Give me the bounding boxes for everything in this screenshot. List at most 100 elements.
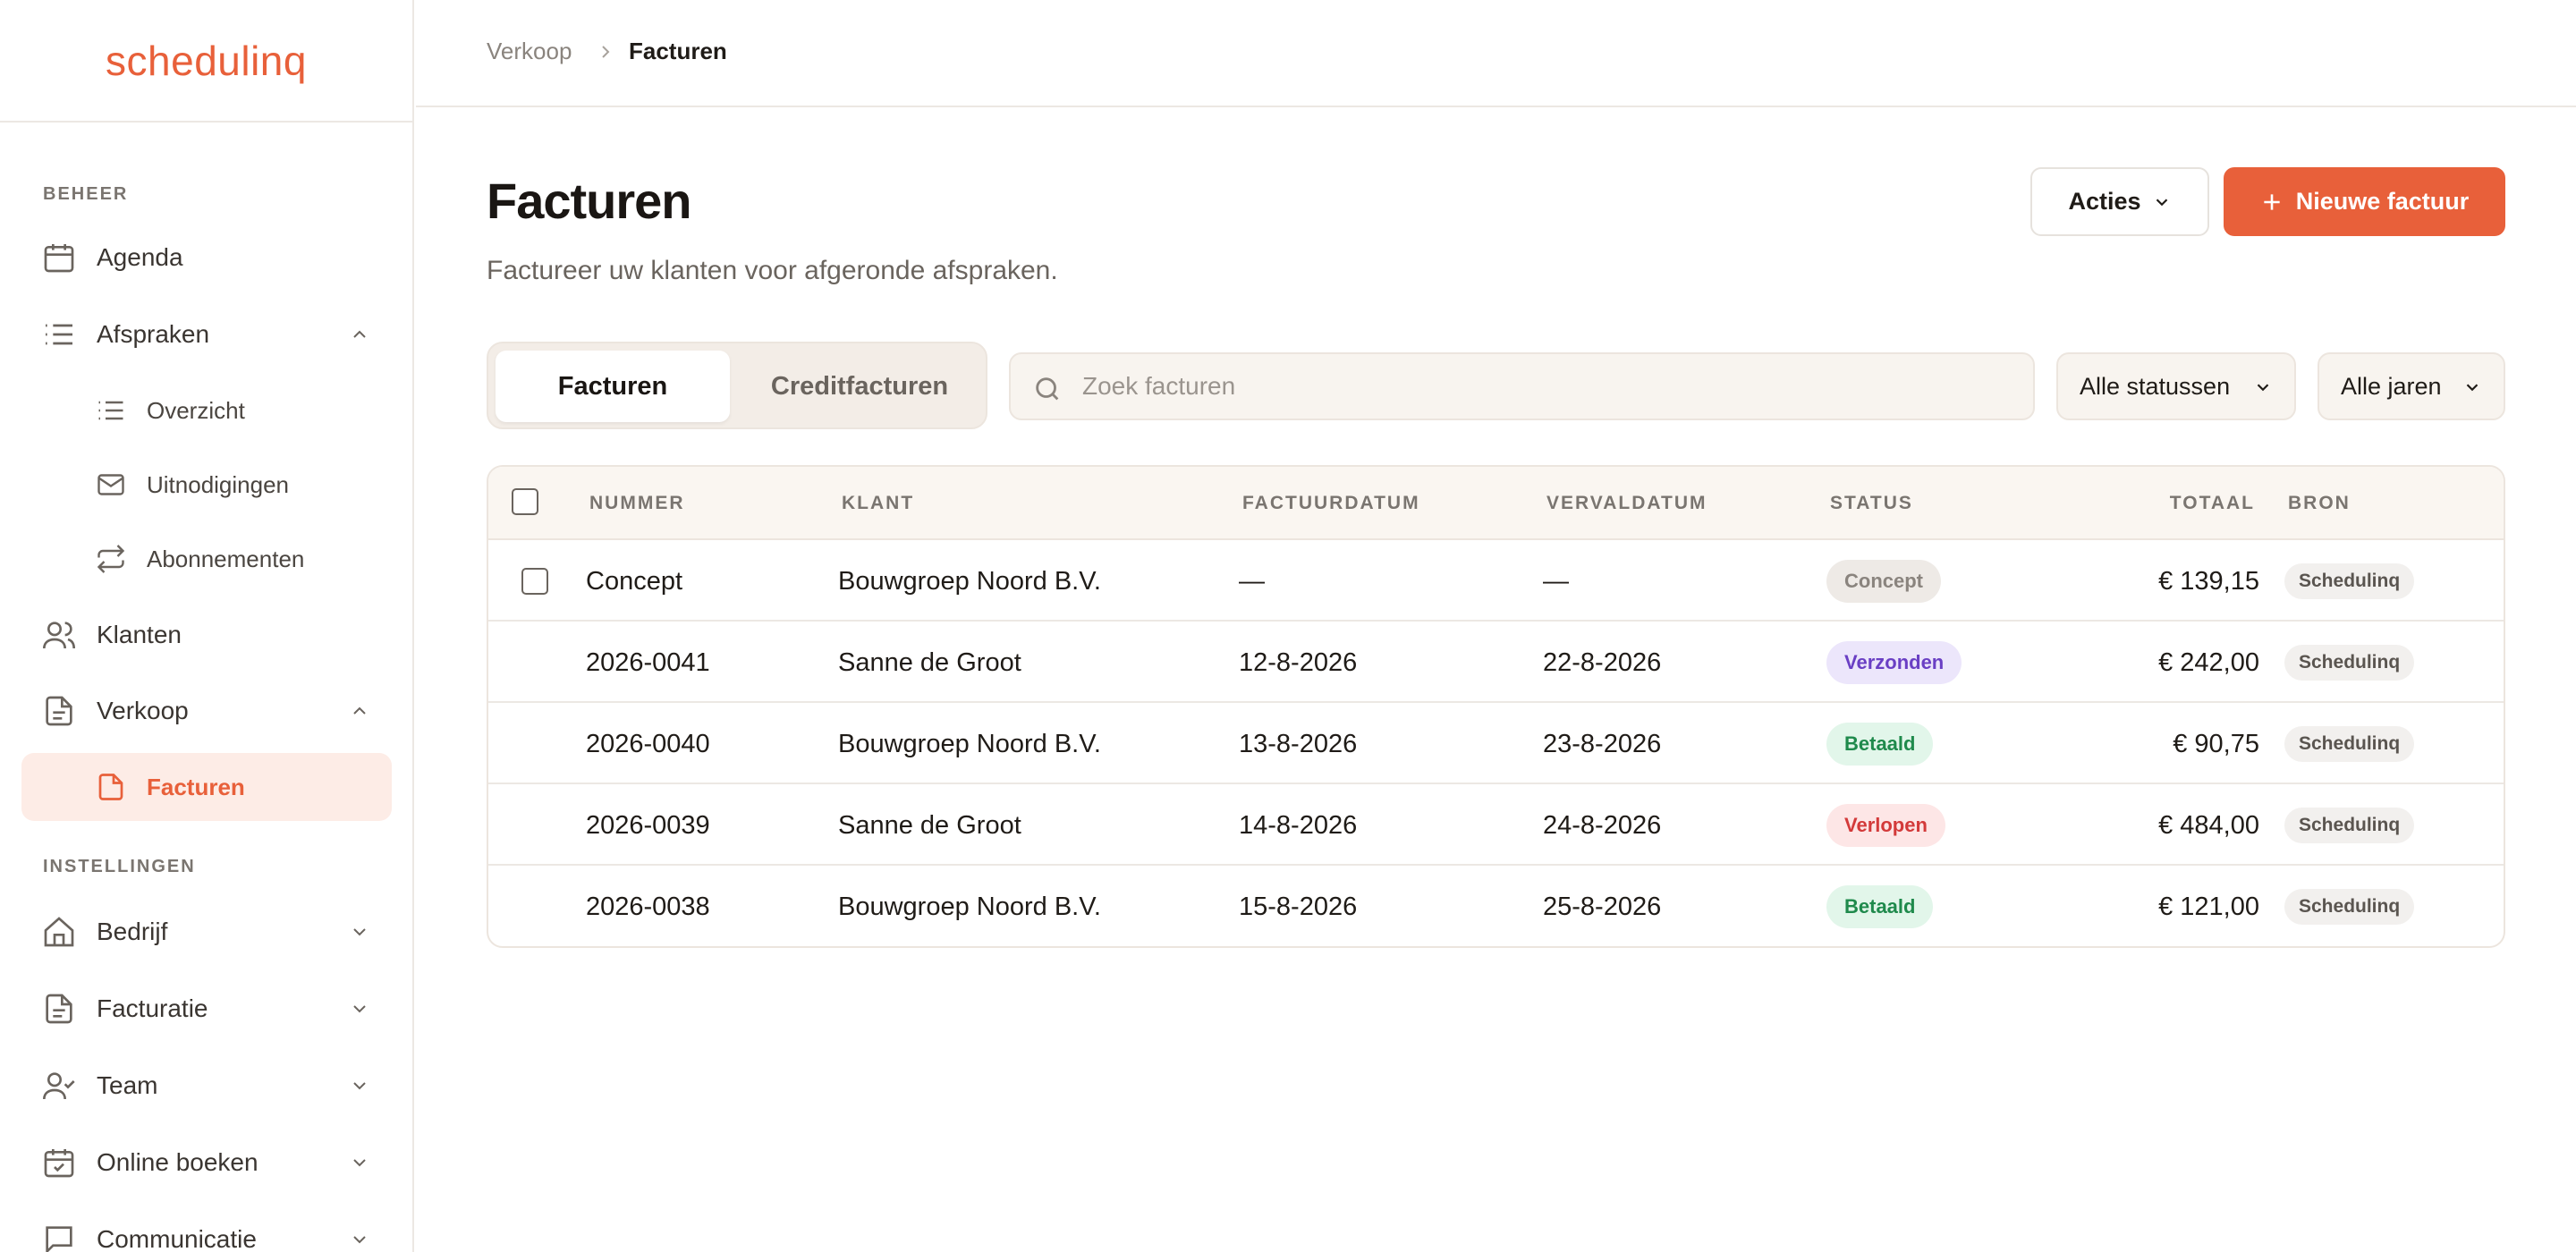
column-header-vervaldatum[interactable]: VERVALDATUM [1546, 493, 1707, 514]
status-badge: Verlopen [1826, 804, 1945, 847]
actions-button-label: Acties [2068, 188, 2141, 215]
cell-invoice-date: 15-8-2026 [1239, 892, 1358, 921]
chevron-down-icon [2257, 384, 2269, 392]
new-invoice-button[interactable]: Nieuwe factuur [2224, 167, 2505, 236]
column-header-bron[interactable]: BRON [2288, 493, 2351, 514]
row-checkbox[interactable] [521, 568, 548, 595]
page-title: Facturen [487, 173, 691, 229]
status-badge: Betaald [1826, 723, 1934, 766]
sidebar-item-online-boeken[interactable]: Online boeken [21, 1129, 392, 1197]
invoices-table: NUMMER KLANT FACTUURDATUM VERVALDATUM ST… [487, 465, 2505, 948]
tab-creditfacturen[interactable]: Creditfacturen [737, 351, 982, 422]
cell-total: € 139,15 [2158, 567, 2259, 596]
sidebar-item-verkoop[interactable]: Verkoop [21, 677, 392, 745]
list-icon [98, 401, 123, 420]
sidebar-item-label: Bedrijf [97, 918, 168, 945]
sidebar-item-facturatie[interactable]: Facturatie [21, 975, 392, 1043]
sidebar-item-label: Uitnodigingen [147, 470, 290, 498]
status-filter-value: Alle statussen [2080, 372, 2231, 400]
sidebar-item-team[interactable]: Team [21, 1052, 392, 1120]
chevron-down-icon [353, 1005, 366, 1013]
section-label-beheer: BEHEER [43, 184, 129, 204]
sidebar-item-uitnodigingen[interactable]: Uitnodigingen [21, 451, 392, 519]
document-icon [98, 774, 123, 800]
table-row[interactable]: 2026-0039 Sanne de Groot 14-8-2026 24-8-202… [488, 784, 2504, 866]
sidebar-item-communicatie[interactable]: Communicatie [21, 1205, 392, 1252]
select-all-checkbox[interactable] [512, 488, 538, 515]
actions-button[interactable]: Acties [2030, 167, 2209, 236]
cell-invoice-date: 14-8-2026 [1239, 811, 1358, 840]
tab-facturen[interactable]: Facturen [496, 351, 730, 422]
column-header-totaal[interactable]: TOTAAL [2148, 493, 2255, 514]
new-invoice-button-label: Nieuwe factuur [2295, 188, 2470, 215]
sidebar-item-overzicht[interactable]: Overzicht [21, 376, 392, 444]
logo-container: schedulinq [0, 0, 412, 123]
sidebar-item-bedrijf[interactable]: Bedrijf [21, 898, 392, 966]
breadcrumb-parent[interactable]: Verkoop [487, 38, 572, 65]
column-header-klant[interactable]: KLANT [842, 493, 914, 514]
cell-total: € 484,00 [2158, 811, 2259, 840]
list-icon [46, 324, 72, 345]
search-box [1009, 352, 2035, 420]
cell-invoice-date: — [1239, 567, 1265, 596]
repeat-icon [97, 545, 125, 573]
column-header-status[interactable]: STATUS [1830, 493, 1913, 514]
status-badge: Concept [1826, 560, 1941, 603]
column-header-factuurdatum[interactable]: FACTUURDATUM [1242, 493, 1420, 514]
users-icon [43, 622, 75, 649]
year-filter-select[interactable]: Alle jaren [2318, 352, 2505, 420]
sidebar-item-klanten[interactable]: Klanten [21, 601, 392, 669]
sidebar-item-label: Communicatie [97, 1225, 257, 1252]
source-badge: Schedulinq [2284, 563, 2415, 599]
source-badge: Schedulinq [2284, 645, 2415, 681]
sidebar-item-label: Afspraken [97, 320, 210, 348]
sidebar-item-afspraken[interactable]: Afspraken [21, 300, 392, 368]
user-check-icon [43, 1072, 75, 1100]
document-icon [46, 696, 72, 726]
chevron-up-icon [353, 330, 366, 338]
source-badge: Schedulinq [2284, 726, 2415, 762]
sidebar-item-label: Abonnementen [147, 545, 305, 572]
cell-number: 2026-0040 [586, 730, 710, 758]
calendar-icon [44, 244, 74, 273]
search-input[interactable] [1082, 354, 2012, 419]
chat-icon [46, 1226, 72, 1252]
source-badge: Schedulinq [2284, 889, 2415, 925]
calendar-check-icon [44, 1149, 74, 1178]
status-badge: Verzonden [1826, 641, 1962, 684]
status-badge: Betaald [1826, 885, 1934, 928]
table-row[interactable]: 2026-0038 Bouwgroep Noord B.V. 15-8-2026 25… [488, 866, 2504, 946]
plus-icon [2264, 193, 2280, 210]
home-icon [44, 917, 74, 947]
table-row[interactable]: 2026-0040 Bouwgroep Noord B.V. 13-8-2026 23… [488, 703, 2504, 784]
sidebar-item-agenda[interactable]: Agenda [21, 224, 392, 292]
page-subtitle: Factureer uw klanten voor afgeronde afsp… [487, 256, 1058, 285]
logo[interactable]: schedulinq [106, 37, 307, 85]
cell-invoice-date: 12-8-2026 [1239, 648, 1358, 677]
table-row[interactable]: Concept Bouwgroep Noord B.V. — — Concept € 13… [488, 540, 2504, 622]
year-filter-value: Alle jaren [2341, 372, 2442, 400]
chevron-down-icon [353, 1159, 366, 1167]
cell-invoice-date: 13-8-2026 [1239, 730, 1358, 758]
cell-total: € 90,75 [2173, 730, 2259, 758]
cell-due-date: 23-8-2026 [1543, 730, 1662, 758]
chevron-down-icon [2466, 384, 2479, 392]
column-header-nummer[interactable]: NUMMER [589, 493, 685, 514]
sidebar-item-abonnementen[interactable]: Abonnementen [21, 525, 392, 593]
cell-number: Concept [586, 567, 683, 596]
cell-number: 2026-0038 [586, 892, 710, 921]
sidebar: schedulinq BEHEER Agenda Afspraken Overz… [0, 0, 414, 1252]
chevron-down-icon [2156, 198, 2167, 206]
table-row[interactable]: 2026-0041 Sanne de Groot 12-8-2026 22-8-202… [488, 622, 2504, 703]
chevron-up-icon [353, 706, 366, 715]
sidebar-item-label: Overzicht [147, 396, 245, 424]
document-icon [46, 994, 72, 1024]
section-label-instellingen: INSTELLINGEN [43, 857, 196, 876]
chevron-down-icon [353, 1236, 366, 1244]
search-icon [1036, 377, 1059, 401]
sidebar-item-facturen[interactable]: Facturen [21, 753, 392, 821]
cell-due-date: — [1543, 567, 1569, 596]
status-filter-select[interactable]: Alle statussen [2056, 352, 2296, 420]
chevron-down-icon [353, 1082, 366, 1090]
cell-number: 2026-0041 [586, 648, 710, 677]
